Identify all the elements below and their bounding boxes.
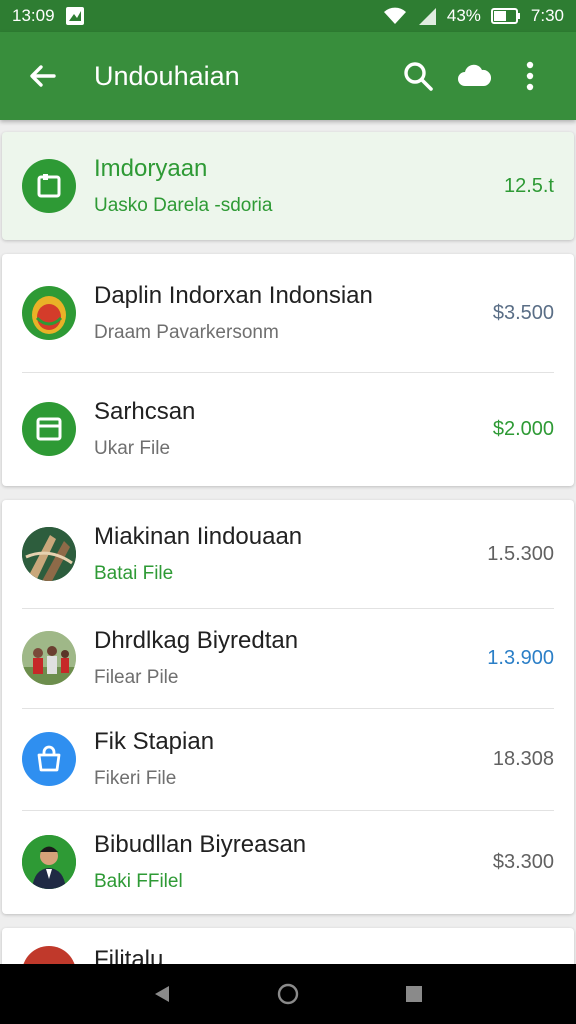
file-group-card: Filitalu — [2, 928, 574, 964]
back-button[interactable] — [18, 51, 68, 101]
item-amount: $3.300 — [492, 850, 554, 873]
list-item[interactable]: Daplin Indorxan Indonsian Draam Pavarker… — [2, 254, 574, 372]
list-item[interactable]: Filitalu — [2, 928, 574, 964]
file-group-card: Miakinan Iindouaan Batai File 1.5.300 Dh… — [2, 500, 574, 914]
list-item[interactable]: Dhrdlkag Biyredtan Filear Pile 1.3.900 — [2, 608, 574, 708]
item-amount: $3.500 — [492, 301, 554, 324]
nav-recents-button[interactable] — [403, 983, 425, 1005]
cloud-icon — [458, 64, 491, 86]
item-amount: 12.5.t — [503, 174, 554, 197]
back-triangle-icon — [155, 986, 170, 1002]
item-subtitle: Uasko Darela -sdoria — [94, 195, 273, 216]
document-icon — [22, 159, 76, 213]
person-portrait-thumbnail — [22, 835, 76, 889]
item-name: Sarhcsan — [94, 398, 196, 425]
file-list: Imdoryaan Uasko Darela -sdoria 12.5.t Da… — [0, 120, 576, 964]
item-subtitle: Ukar File — [94, 438, 171, 459]
wifi-icon — [383, 6, 407, 26]
status-time-right: 7:30 — [530, 6, 564, 25]
cloud-button[interactable] — [446, 51, 502, 101]
file-group-card: Daplin Indorxan Indonsian Draam Pavarker… — [2, 254, 574, 486]
system-nav-bar — [0, 964, 576, 1024]
recents-square-icon — [405, 986, 422, 1002]
battery-icon — [490, 7, 521, 25]
item-name: Dhrdlkag Biyredtan — [94, 627, 299, 654]
artwork-thumbnail — [22, 527, 76, 581]
item-amount: $2.000 — [492, 417, 554, 440]
item-subtitle: Filear Pile — [94, 667, 179, 688]
item-name: Daplin Indorxan Indonsian — [94, 282, 373, 309]
list-item[interactable]: Sarhcsan Ukar File $2.000 — [2, 372, 574, 486]
more-options-button[interactable] — [502, 51, 558, 101]
page-title: Undouhaian — [94, 60, 240, 91]
item-amount: 1.5.300 — [487, 542, 554, 565]
item-name: Fik Stapian — [94, 728, 215, 755]
nav-back-button[interactable] — [151, 983, 173, 1005]
list-item[interactable]: Imdoryaan Uasko Darela -sdoria 12.5.t — [2, 132, 574, 240]
people-photo-thumbnail — [22, 631, 76, 685]
item-subtitle: Fikeri File — [94, 768, 177, 789]
app-bar: Undouhaian — [0, 32, 576, 120]
window-icon — [22, 402, 76, 456]
list-item[interactable]: Bibudllan Biyreasan Baki FFilel $3.300 — [2, 810, 574, 914]
more-vert-icon — [526, 61, 534, 91]
status-bar: 13:09 43% 7:30 — [0, 0, 576, 32]
item-name: Imdoryaan — [94, 155, 208, 182]
item-amount: 18.308 — [492, 747, 554, 770]
search-icon — [404, 62, 433, 91]
item-amount: 1.3.900 — [487, 646, 554, 669]
signal-icon — [417, 6, 437, 26]
flag-emblem-icon — [22, 286, 76, 340]
list-item[interactable]: Miakinan Iindouaan Batai File 1.5.300 — [2, 500, 574, 608]
item-name: Miakinan Iindouaan — [94, 523, 303, 550]
shopping-bag-icon — [22, 732, 76, 786]
item-subtitle: Draam Pavarkersonm — [94, 322, 279, 343]
search-button[interactable] — [390, 51, 446, 101]
list-item[interactable]: Fik Stapian Fikeri File 18.308 — [2, 708, 574, 810]
image-icon — [65, 6, 85, 26]
status-time-left: 13:09 — [12, 6, 55, 25]
battery-percent: 43% — [446, 6, 481, 25]
item-subtitle: Baki FFilel — [94, 871, 183, 892]
featured-card[interactable]: Imdoryaan Uasko Darela -sdoria 12.5.t — [2, 132, 574, 240]
item-subtitle: Batai File — [94, 563, 174, 584]
nav-home-button[interactable] — [276, 982, 300, 1006]
item-name: Filitalu — [94, 946, 164, 964]
back-arrow-icon — [30, 65, 56, 87]
partial-avatar — [22, 946, 76, 964]
item-name: Bibudllan Biyreasan — [94, 831, 307, 858]
home-circle-icon — [277, 983, 299, 1005]
